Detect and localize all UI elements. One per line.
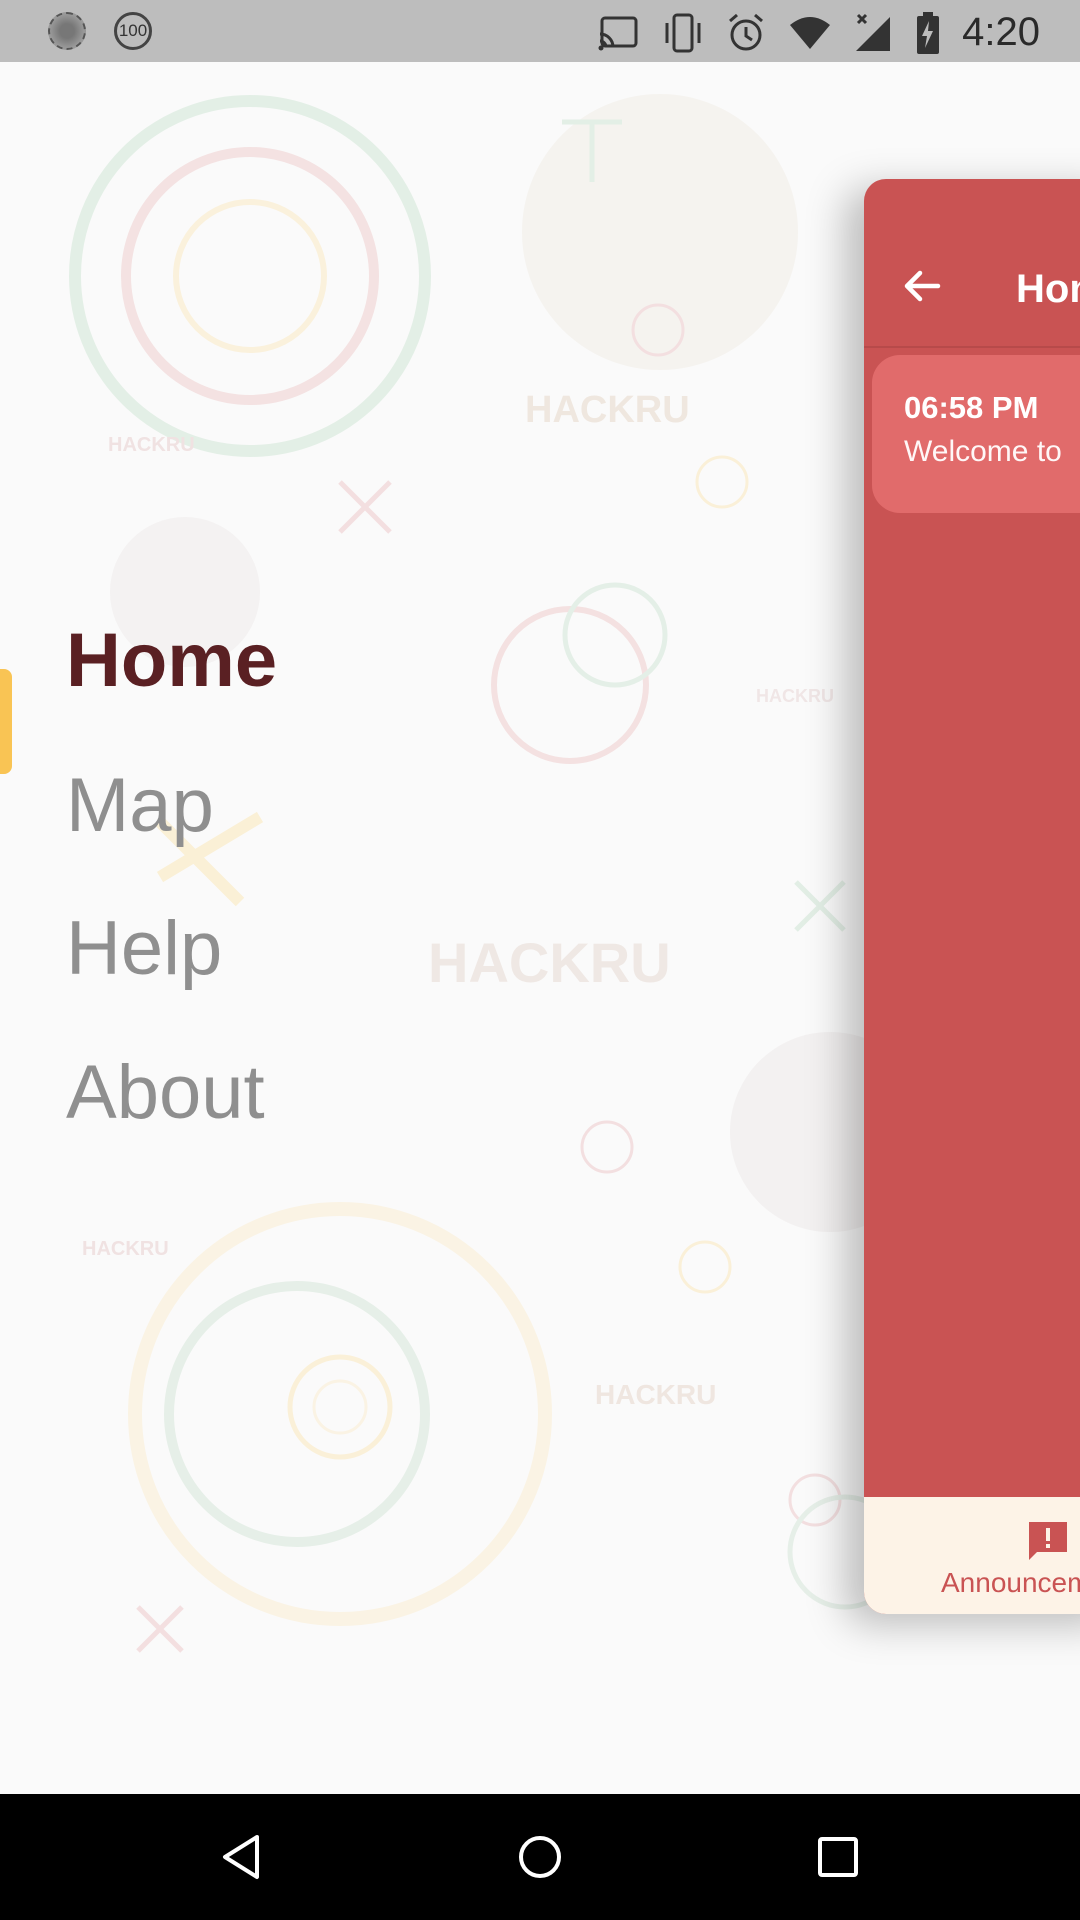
bottom-navigation: Announcem [864,1497,1080,1614]
nav-item-map[interactable]: Map [66,762,214,849]
clock: 4:20 [962,10,1040,54]
system-navigation-bar [0,1794,1080,1920]
home-icon[interactable] [515,1832,565,1882]
back-arrow-icon[interactable] [900,264,944,308]
app-bar-title: Hom [1016,267,1080,311]
badge-count: 100 [118,21,148,40]
navigation-drawer: Home Map Help About [0,62,860,1794]
status-bar: 100 4:20 [0,0,1080,62]
announcement-time: 06:58 PM [904,390,1039,425]
vibrate-icon [665,13,701,52]
active-item-indicator [0,669,12,774]
wifi-icon [790,16,831,49]
alarm-icon [729,13,764,50]
announcement-text: Welcome to [904,435,1062,468]
back-icon[interactable] [217,1832,267,1882]
app-bar: Hom [864,179,1080,348]
recents-icon[interactable] [813,1832,863,1882]
battery-charging-icon [917,11,940,54]
home-screen-preview[interactable]: Hom 06:58 PM Welcome to Announcem [864,179,1080,1614]
nav-item-about[interactable]: About [66,1049,265,1136]
nav-item-home[interactable]: Home [66,617,277,704]
sync-icon [48,12,86,50]
announcement-card[interactable]: 06:58 PM Welcome to [872,355,1080,513]
badge-icon: 100 [114,12,152,50]
announcement-icon[interactable] [1026,1519,1070,1563]
nav-item-help[interactable]: Help [66,905,222,992]
cast-icon [598,16,638,50]
tab-announcements[interactable]: Announcem [941,1567,1080,1599]
signal-icon [856,13,891,51]
